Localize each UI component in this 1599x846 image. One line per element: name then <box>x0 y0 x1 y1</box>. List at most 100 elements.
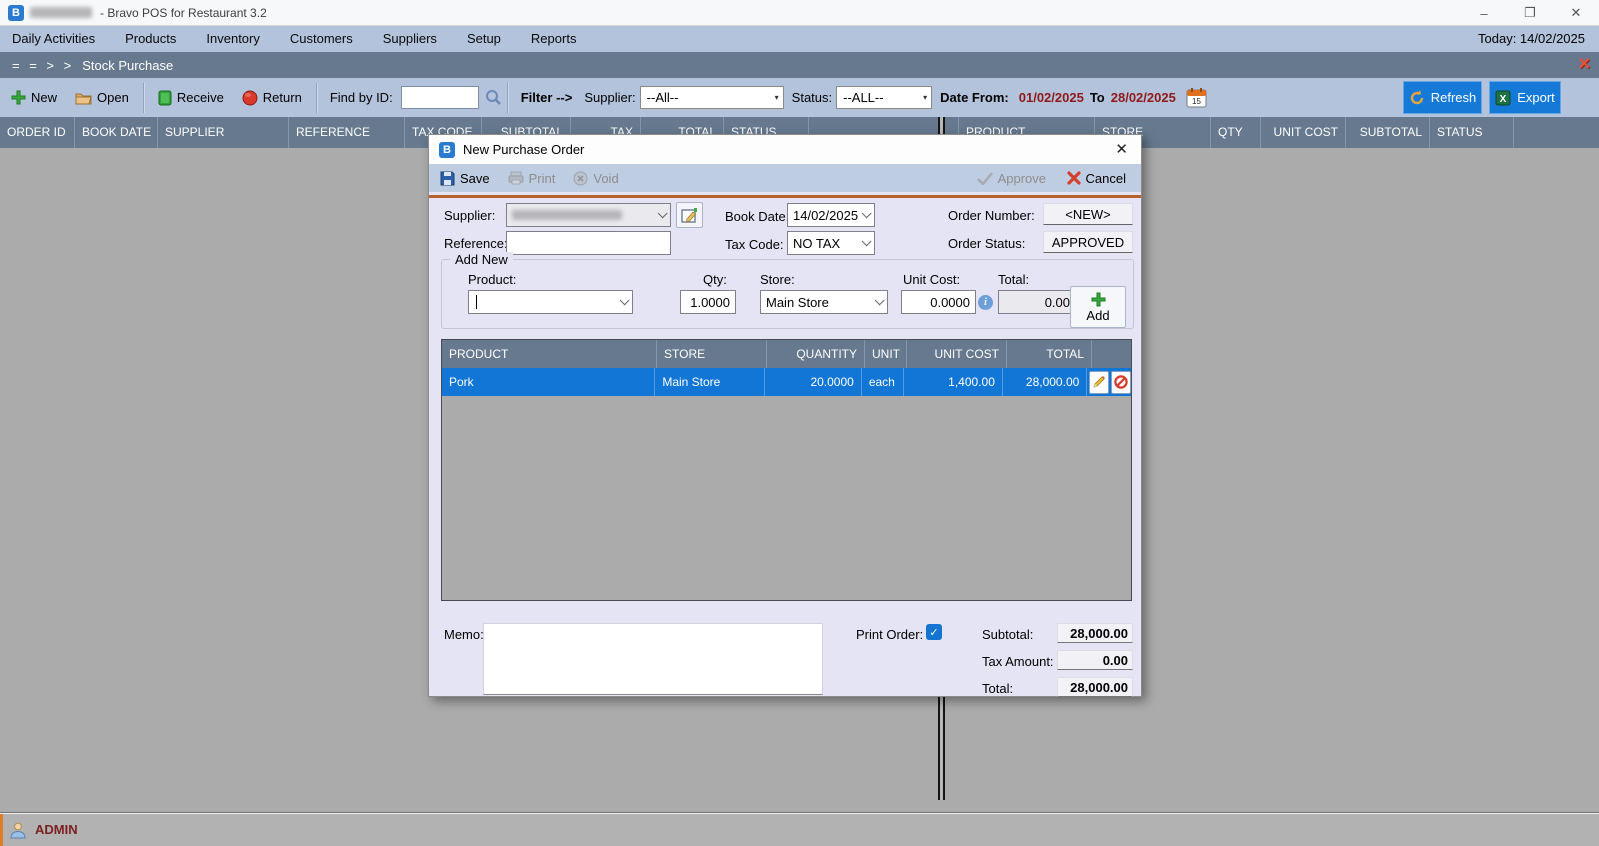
cell-unit: each <box>862 368 904 396</box>
book-date-label: Book Date: <box>725 209 789 224</box>
supplier-filter-select[interactable]: --All-- ▾ <box>640 86 784 109</box>
page-title: Stock Purchase <box>82 58 173 73</box>
cell-product: Pork <box>442 368 655 396</box>
supplier-select[interactable] <box>506 203 671 227</box>
calendar-icon[interactable]: 15 <box>1186 87 1207 108</box>
open-button[interactable]: Open <box>66 83 138 113</box>
menu-setup[interactable]: Setup <box>452 26 516 52</box>
line-total-input: 0.00 <box>998 290 1076 314</box>
folder-icon <box>75 91 92 105</box>
redacted-supplier-name <box>512 210 622 220</box>
menu-reports[interactable]: Reports <box>516 26 592 52</box>
total-label: Total: <box>982 681 1013 696</box>
total-value: 28,000.00 <box>1057 677 1133 697</box>
close-window-button[interactable]: ✕ <box>1553 0 1599 26</box>
col-status[interactable]: STATUS <box>1430 117 1514 148</box>
order-status-label: Order Status: <box>948 236 1025 251</box>
receive-button[interactable]: Receive <box>149 83 233 113</box>
checkmark-icon <box>977 172 993 185</box>
menu-customers[interactable]: Customers <box>275 26 368 52</box>
col-unit-cost[interactable]: UNIT COST <box>1261 117 1346 148</box>
add-new-group: Add New Product: Qty: 1.0000 Store: Main… <box>441 259 1134 329</box>
cell-unit-cost: 1,400.00 <box>904 368 1003 396</box>
dialog-toolbar: Save Print Void Approve Cancel <box>429 164 1141 192</box>
book-date-select[interactable]: 14/02/2025 <box>787 203 875 227</box>
info-icon[interactable]: i <box>978 295 993 310</box>
redacted-company-name <box>30 7 92 18</box>
toolbar-separator <box>316 83 317 113</box>
remove-row-button[interactable] <box>1111 371 1131 394</box>
new-button[interactable]: New <box>2 83 66 113</box>
col-order-id[interactable]: ORDER ID <box>0 117 75 148</box>
search-icon[interactable] <box>485 89 502 106</box>
maximize-button[interactable]: ❐ <box>1507 0 1553 26</box>
cancel-button[interactable]: Cancel <box>1058 166 1135 190</box>
menu-suppliers[interactable]: Suppliers <box>368 26 452 52</box>
find-by-id-input[interactable] <box>401 86 479 109</box>
minimize-button[interactable]: – <box>1461 0 1507 26</box>
menu-inventory[interactable]: Inventory <box>191 26 274 52</box>
filter-label: Filter --> <box>521 90 573 105</box>
approve-button[interactable]: Approve <box>968 166 1055 190</box>
print-order-checkbox[interactable]: ✓ <box>926 624 942 640</box>
col-supplier[interactable]: SUPPLIER <box>158 117 289 148</box>
edit-supplier-button[interactable] <box>676 202 703 228</box>
memo-label: Memo: <box>444 627 484 642</box>
status-filter-label: Status: <box>792 90 832 105</box>
add-button[interactable]: Add <box>1070 286 1126 328</box>
dialog-close-button[interactable]: ✕ <box>1115 135 1128 164</box>
memo-textarea[interactable] <box>483 623 823 695</box>
close-page-icon[interactable]: ✕ <box>1578 52 1591 78</box>
store-select[interactable]: Main Store <box>760 290 888 314</box>
order-items-grid: PRODUCT STORE QUANTITY UNIT UNIT COST TO… <box>441 339 1132 601</box>
supplier-filter-label: Supplier: <box>584 90 635 105</box>
excel-icon: X <box>1495 90 1511 106</box>
plus-icon <box>11 90 26 105</box>
reference-input[interactable] <box>506 231 671 255</box>
page-title-prefix: = = > > <box>12 58 74 73</box>
menu-products[interactable]: Products <box>110 26 191 52</box>
qty-input[interactable]: 1.0000 <box>680 290 736 314</box>
app-window: B - Bravo POS for Restaurant 3.2 – ❐ ✕ D… <box>0 0 1599 846</box>
col-reference[interactable]: REFERENCE <box>289 117 405 148</box>
tax-amount-value: 0.00 <box>1057 650 1133 670</box>
order-item-row[interactable]: Pork Main Store 20.0000 each 1,400.00 28… <box>442 368 1131 396</box>
toolbar-separator-line <box>429 195 1141 198</box>
menu-bar: Daily Activities Products Inventory Cust… <box>0 26 1599 52</box>
window-title: - Bravo POS for Restaurant 3.2 <box>100 6 267 20</box>
date-from-value[interactable]: 01/02/2025 <box>1019 90 1084 105</box>
refresh-button[interactable]: Refresh <box>1403 81 1482 114</box>
dialog-title-bar[interactable]: B New Purchase Order ✕ <box>429 135 1141 164</box>
export-button[interactable]: X Export <box>1489 81 1561 114</box>
receive-icon <box>158 90 172 106</box>
unit-cost-input[interactable]: 0.0000 <box>901 290 976 314</box>
void-icon <box>573 171 588 186</box>
save-button[interactable]: Save <box>431 166 499 190</box>
save-icon <box>440 171 455 186</box>
toolbar-separator <box>507 83 508 113</box>
menu-daily-activities[interactable]: Daily Activities <box>0 26 110 52</box>
edit-row-button[interactable] <box>1089 371 1109 394</box>
print-button[interactable]: Print <box>499 166 565 190</box>
app-logo-icon: B <box>8 5 24 21</box>
product-combobox[interactable] <box>468 290 633 314</box>
col-book-date[interactable]: BOOK DATE <box>75 117 158 148</box>
col-qty[interactable]: QTY <box>1211 117 1261 148</box>
col-total: TOTAL <box>1007 340 1092 368</box>
status-filter-select[interactable]: --ALL-- ▾ <box>836 86 932 109</box>
add-new-legend: Add New <box>450 252 513 267</box>
void-button[interactable]: Void <box>564 166 627 190</box>
plus-icon <box>1091 292 1106 307</box>
subtotal-value: 28,000.00 <box>1057 623 1133 643</box>
tax-code-select[interactable]: NO TAX <box>787 231 875 255</box>
return-button[interactable]: Return <box>233 83 311 113</box>
reference-label: Reference: <box>444 236 508 251</box>
new-purchase-order-dialog: B New Purchase Order ✕ Save Print Void A… <box>428 134 1142 697</box>
col-subtotal[interactable]: SUBTOTAL <box>1346 117 1430 148</box>
supplier-label: Supplier: <box>444 208 495 223</box>
to-label: To <box>1090 90 1105 105</box>
date-to-value[interactable]: 28/02/2025 <box>1111 90 1176 105</box>
col-actions <box>1092 340 1131 368</box>
edit-form-icon <box>681 207 698 223</box>
return-icon <box>242 90 258 106</box>
